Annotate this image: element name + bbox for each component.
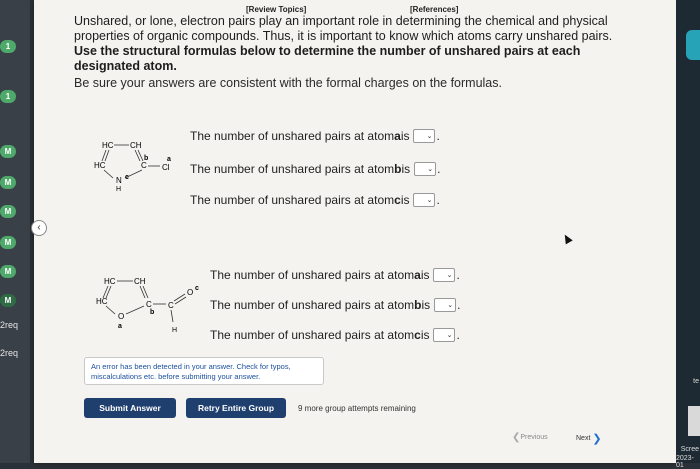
- answer-dropdown[interactable]: ⌄: [433, 268, 456, 282]
- question-suffix: is: [401, 162, 411, 176]
- mol2-label-a: a: [118, 323, 122, 330]
- chevron-left-icon: ❮: [512, 432, 521, 443]
- badge[interactable]: M: [0, 205, 16, 218]
- mol2-h: H: [172, 327, 177, 334]
- file-icon[interactable]: [688, 406, 700, 436]
- references-link[interactable]: [References]: [410, 5, 458, 14]
- mol1-hc-left: HC: [94, 161, 106, 170]
- mol2-hc-top: HC: [104, 277, 116, 286]
- req-label[interactable]: 2req: [0, 348, 18, 358]
- mol2-label-c: c: [195, 285, 199, 292]
- mol2-label-b: b: [150, 309, 154, 316]
- mol1-label-b: b: [144, 155, 148, 162]
- next-label: Next: [576, 435, 591, 442]
- atom-label: a: [394, 129, 401, 143]
- badge[interactable]: 1: [0, 90, 16, 103]
- mol1-cl: Cl: [162, 163, 170, 172]
- question-1b: The number of unshared pairs at atom b i…: [190, 162, 441, 176]
- intro-text: Unshared, or lone, electron pairs play a…: [74, 14, 613, 43]
- question-suffix: is: [421, 298, 431, 312]
- atom-label: c: [394, 193, 401, 207]
- right-text: 2023-01: [676, 455, 694, 469]
- mol1-h: H: [116, 186, 121, 193]
- mol1-c: C: [141, 161, 147, 170]
- retry-group-button[interactable]: Retry Entire Group: [186, 398, 286, 418]
- intro-note: Be sure your answers are consistent with…: [74, 76, 502, 90]
- question-text: The number of unshared pairs at atom: [210, 328, 415, 342]
- question-suffix: is: [420, 268, 430, 282]
- badge[interactable]: M: [0, 294, 16, 307]
- chevron-down-icon: ⌄: [446, 332, 453, 339]
- atom-label: b: [414, 298, 422, 312]
- chevron-down-icon: ⌄: [427, 166, 434, 173]
- question-suffix: is: [400, 193, 410, 207]
- atom-label: c: [414, 328, 421, 342]
- attempts-remaining: 9 more group attempts remaining: [298, 404, 416, 413]
- badge[interactable]: 1: [0, 40, 16, 53]
- answer-dropdown[interactable]: ⌄: [434, 298, 457, 312]
- badge[interactable]: M: [0, 145, 16, 158]
- badge[interactable]: M: [0, 236, 16, 249]
- right-text: te: [693, 378, 699, 385]
- answer-dropdown[interactable]: ⌄: [413, 193, 436, 207]
- mol2-hc-left: HC: [96, 297, 108, 306]
- question-2c: The number of unshared pairs at atom c i…: [210, 328, 460, 342]
- chevron-down-icon: ⌄: [446, 272, 453, 279]
- previous-button[interactable]: ❮ Previous: [512, 432, 548, 443]
- mol1-ch-top: CH: [130, 141, 142, 150]
- submit-answer-button[interactable]: Submit Answer: [84, 398, 176, 418]
- app-icon[interactable]: [686, 30, 700, 60]
- mol1-hc-top: HC: [102, 141, 114, 150]
- question-text: The number of unshared pairs at atom: [190, 162, 395, 176]
- chevron-down-icon: ⌄: [426, 133, 433, 140]
- atom-label: a: [414, 268, 421, 282]
- mol2-c-ring: C: [146, 300, 152, 309]
- chevron-down-icon: ⌄: [447, 302, 454, 309]
- review-topics-link[interactable]: [Review Topics]: [246, 5, 306, 14]
- answer-dropdown[interactable]: ⌄: [413, 129, 436, 143]
- chevron-right-icon: ❯: [592, 433, 602, 445]
- instructions: Unshared, or lone, electron pairs play a…: [74, 14, 634, 91]
- question-text: The number of unshared pairs at atom: [190, 129, 395, 143]
- answer-dropdown[interactable]: ⌄: [433, 328, 456, 342]
- mol1-label-a: a: [167, 156, 171, 163]
- question-suffix: is: [400, 129, 410, 143]
- badge[interactable]: M: [0, 176, 16, 189]
- answer-dropdown[interactable]: ⌄: [414, 162, 437, 176]
- mol1-label-c: c: [125, 174, 129, 181]
- previous-label: Previous: [520, 434, 548, 441]
- question-text: The number of unshared pairs at atom: [190, 193, 395, 207]
- left-sidebar: 1 1 M M M M M M 2req 2req: [0, 0, 30, 463]
- right-text: Scree: [680, 446, 699, 453]
- question-text: The number of unshared pairs at atom: [210, 298, 415, 312]
- question-panel: [Review Topics] [References] Unshared, o…: [34, 0, 676, 463]
- question-text: The number of unshared pairs at atom: [210, 268, 415, 282]
- question-1a: The number of unshared pairs at atom a i…: [190, 129, 440, 143]
- mol2-c-chain: C: [168, 301, 174, 310]
- atom-label: b: [394, 162, 402, 176]
- molecule-1-structure: HC CH HC C b N c H Cl a: [94, 141, 171, 193]
- question-1c: The number of unshared pairs at atom c i…: [190, 193, 440, 207]
- intro-bold: Use the structural formulas below to det…: [74, 44, 581, 73]
- badge[interactable]: M: [0, 265, 16, 278]
- mol2-ch-top: CH: [134, 277, 146, 286]
- chevron-down-icon: ⌄: [426, 197, 433, 204]
- question-2a: The number of unshared pairs at atom a i…: [210, 268, 460, 282]
- error-message: An error has been detected in your answe…: [84, 357, 324, 385]
- right-desktop-edge: te Scree 2023-01: [676, 0, 700, 469]
- next-button[interactable]: Next ❯: [576, 432, 602, 445]
- question-suffix: is: [420, 328, 430, 342]
- mol2-o-double: O: [187, 288, 193, 297]
- mol2-o-ring: O: [118, 312, 124, 321]
- question-2b: The number of unshared pairs at atom b i…: [210, 298, 461, 312]
- collapse-sidebar-button[interactable]: ‹: [31, 220, 47, 236]
- mol1-n: N: [116, 176, 122, 185]
- req-label[interactable]: 2req: [0, 320, 18, 330]
